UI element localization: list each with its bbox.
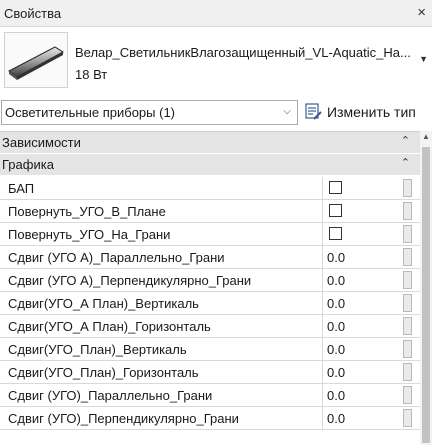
type-selector[interactable]: Велар_СветильникВлагозащищенный_VL-Aquat… — [0, 28, 432, 94]
category-filter-value: Осветительные приборы (1) — [5, 105, 175, 120]
chevron-up-icon: ⌃ — [400, 135, 410, 147]
property-name: Повернуть_УГО_На_Грани — [8, 227, 171, 242]
property-name: Сдвиг (УГО)_Перпендикулярно_Грани — [8, 411, 239, 426]
property-name: Повернуть_УГО_В_Плане — [8, 204, 166, 219]
family-name: Велар_СветильникВлагозащищенный_VL-Aquat… — [75, 45, 411, 60]
edit-type-label: Изменить тип — [327, 104, 416, 120]
collapse-icon: ⌃ — [400, 157, 410, 169]
property-value[interactable]: 0.0 — [327, 342, 345, 357]
parameter-button[interactable] — [403, 202, 412, 220]
parameter-button[interactable] — [403, 179, 412, 197]
parameter-button[interactable] — [403, 248, 412, 266]
category-constraints[interactable]: Зависимости ⌃ — [0, 132, 420, 154]
property-row[interactable]: Сдвиг(УГО_План)_Вертикаль 0.0 — [0, 338, 420, 361]
category-label: Зависимости — [2, 135, 81, 150]
property-name: БАП — [8, 181, 35, 196]
parameter-button[interactable] — [403, 386, 412, 404]
checkbox[interactable] — [329, 204, 342, 217]
property-value[interactable]: 0.0 — [327, 319, 345, 334]
property-value[interactable]: 0.0 — [327, 296, 345, 311]
parameter-button[interactable] — [403, 363, 412, 381]
category-filter-dropdown[interactable]: Осветительные приборы (1) ⌵ — [1, 100, 298, 125]
property-row[interactable]: Сдвиг (УГО А)_Параллельно_Грани 0.0 — [0, 246, 420, 269]
property-row[interactable]: Сдвиг(УГО_А План)_Горизонталь 0.0 — [0, 315, 420, 338]
vertical-scrollbar[interactable]: ▲ — [420, 131, 432, 445]
property-row[interactable]: Сдвиг (УГО)_Перпендикулярно_Грани 0.0 — [0, 407, 420, 430]
type-name: 18 Вт — [75, 67, 108, 82]
property-value[interactable]: 0.0 — [327, 273, 345, 288]
filter-row: Осветительные приборы (1) ⌵ Изменить тип — [0, 98, 432, 128]
property-name: Сдвиг(УГО_А План)_Вертикаль — [8, 296, 199, 311]
property-row[interactable]: Повернуть_УГО_В_Плане — [0, 200, 420, 223]
scroll-up-icon[interactable]: ▲ — [422, 132, 430, 141]
parameter-button[interactable] — [403, 271, 412, 289]
parameter-button[interactable] — [403, 409, 412, 427]
property-row[interactable]: Сдвиг(УГО_А План)_Вертикаль 0.0 — [0, 292, 420, 315]
parameter-button[interactable] — [403, 294, 412, 312]
property-name: Сдвиг(УГО_План)_Вертикаль — [8, 342, 187, 357]
close-icon[interactable]: × — [417, 4, 426, 22]
property-name: Сдвиг (УГО А)_Параллельно_Грани — [8, 250, 225, 265]
category-label: Графика — [2, 157, 54, 172]
property-value[interactable]: 0.0 — [327, 365, 345, 380]
parameter-button[interactable] — [403, 225, 412, 243]
checkbox[interactable] — [329, 181, 342, 194]
property-value[interactable]: 0.0 — [327, 388, 345, 403]
property-value[interactable]: 0.0 — [327, 411, 345, 426]
property-row[interactable]: БАП — [0, 177, 420, 200]
property-value[interactable]: 0.0 — [327, 250, 345, 265]
type-preview-image — [4, 32, 68, 88]
parameter-button[interactable] — [403, 317, 412, 335]
property-name: Сдвиг (УГО)_Параллельно_Грани — [8, 388, 213, 403]
property-name: Сдвиг(УГО_А План)_Горизонталь — [8, 319, 211, 334]
chevron-down-icon: ⌵ — [283, 106, 291, 117]
parameter-button[interactable] — [403, 340, 412, 358]
category-graphics[interactable]: Графика ⌃ — [0, 154, 420, 176]
property-row[interactable]: Сдвиг (УГО)_Параллельно_Грани 0.0 — [0, 384, 420, 407]
property-name: Сдвиг(УГО_План)_Горизонталь — [8, 365, 199, 380]
property-row[interactable]: Сдвиг(УГО_План)_Горизонталь 0.0 — [0, 361, 420, 384]
properties-titlebar: Свойства × — [0, 0, 432, 27]
property-row[interactable]: Повернуть_УГО_На_Грани — [0, 223, 420, 246]
scrollbar-thumb[interactable] — [422, 147, 430, 443]
panel-title: Свойства — [4, 6, 62, 21]
properties-grid: Зависимости ⌃ Графика ⌃ БАП Повернуть_УГ… — [0, 131, 432, 446]
edit-type-icon — [305, 103, 322, 120]
checkbox[interactable] — [329, 227, 342, 240]
property-row[interactable]: Сдвиг (УГО А)_Перпендикулярно_Грани 0.0 — [0, 269, 420, 292]
property-name: Сдвиг (УГО А)_Перпендикулярно_Грани — [8, 273, 252, 288]
type-dropdown-icon[interactable]: ▼ — [419, 54, 428, 64]
